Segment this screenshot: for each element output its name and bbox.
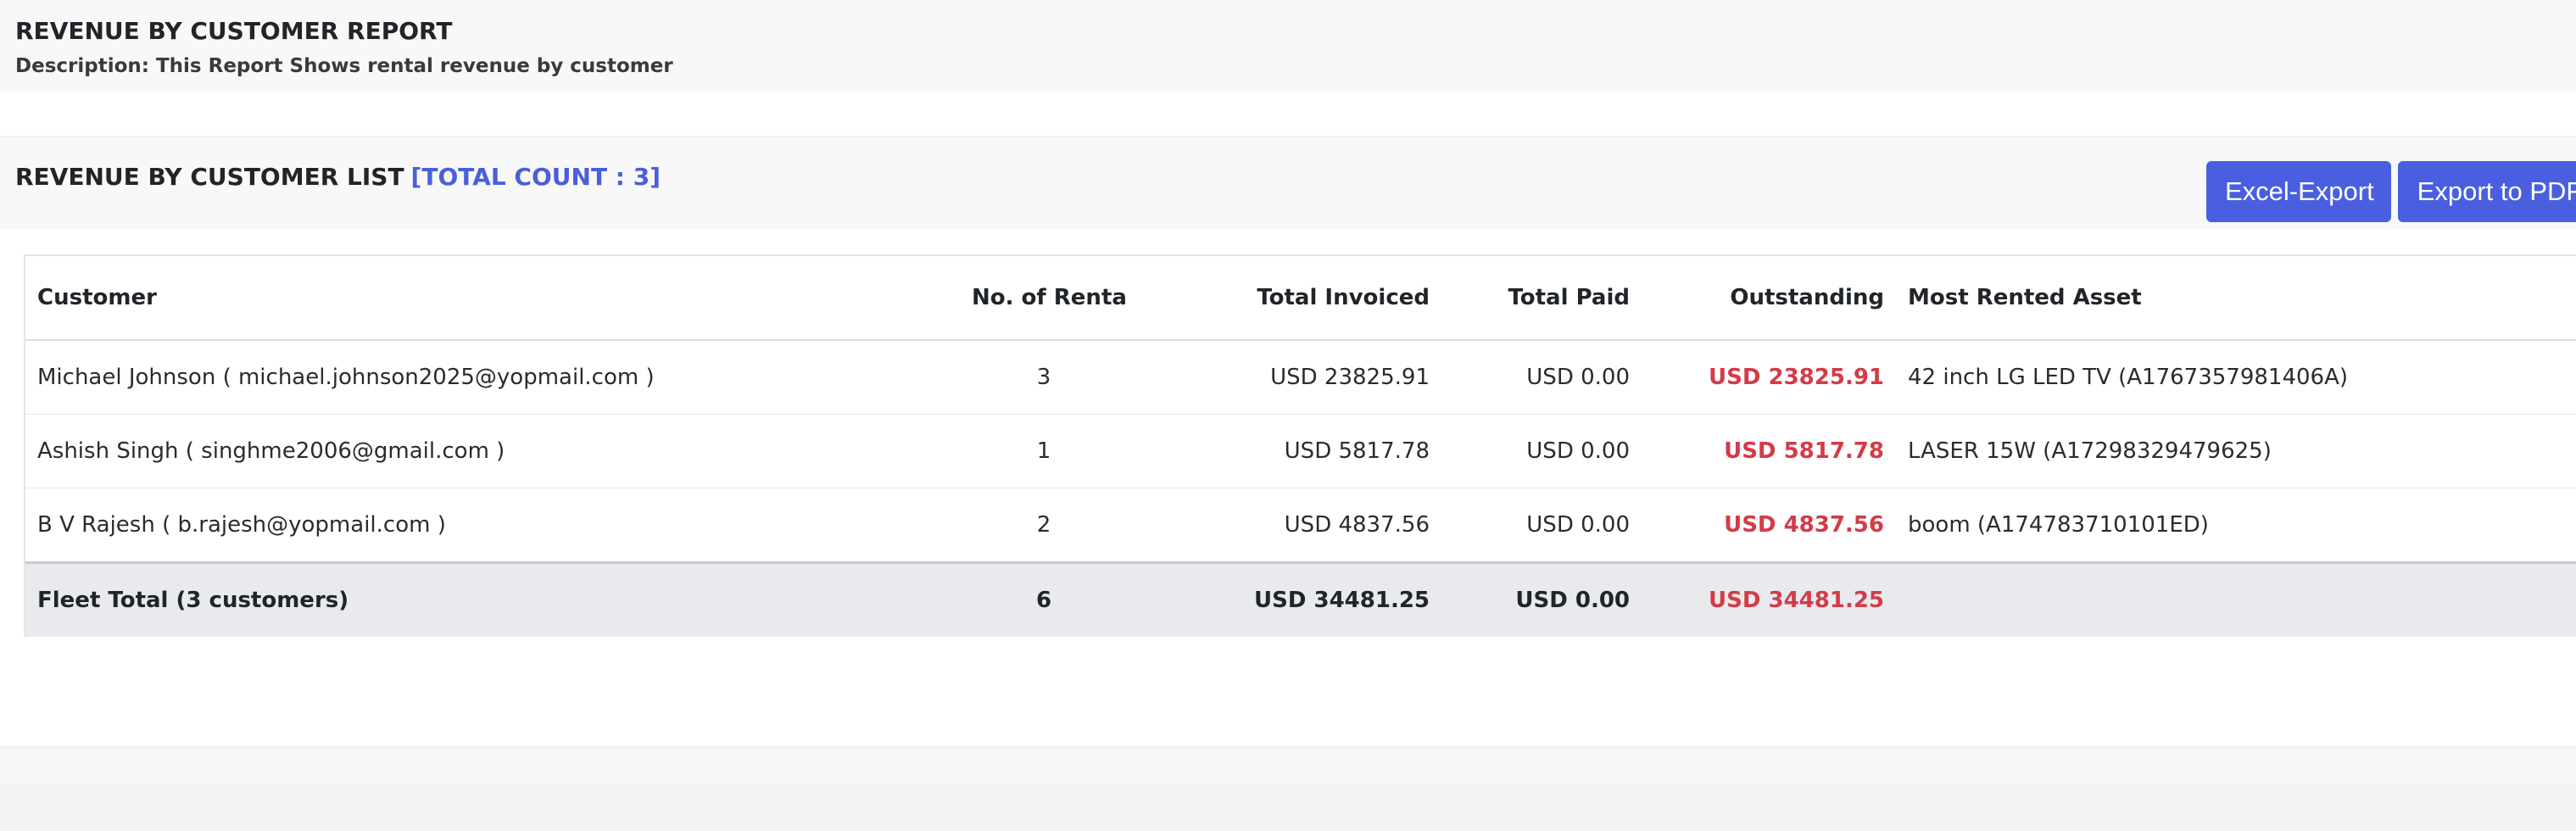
cell-asset: LASER 15W (A17298329479625) — [1896, 414, 2576, 488]
cell-customer: Michael Johnson ( michael.johnson2025@yo… — [25, 340, 960, 415]
cell-customer: Ashish Singh ( singhme2006@gmail.com ) — [25, 414, 960, 488]
page-bottom-strip — [0, 784, 2576, 831]
cell-invoiced: USD 5817.78 — [1128, 414, 1441, 488]
total-outstanding: USD 34481.25 — [1642, 561, 1896, 637]
total-label: Fleet Total (3 customers) — [25, 561, 960, 637]
table-header-row: Customer No. of Rentals Total Invoiced T… — [25, 256, 2576, 341]
column-header-customer[interactable]: Customer — [25, 256, 960, 341]
cell-outstanding: USD 5817.78 — [1642, 414, 1896, 488]
total-count-label: [TOTAL COUNT : 3] — [410, 163, 661, 191]
page: REVENUE BY CUSTOMER REPORT Description: … — [0, 0, 2576, 831]
table-row[interactable]: Michael Johnson ( michael.johnson2025@yo… — [25, 340, 2576, 415]
column-header-rentals[interactable]: No. of Rentals — [960, 256, 1128, 341]
excel-export-button[interactable]: Excel-Export — [2206, 161, 2391, 222]
cell-asset: boom (A174783710101ED) — [1896, 488, 2576, 563]
table-row[interactable]: Ashish Singh ( singhme2006@gmail.com ) 1… — [25, 414, 2576, 488]
report-description: Description: This Report Shows rental re… — [15, 55, 673, 77]
cell-rentals: 3 — [960, 340, 1128, 415]
cell-customer: B V Rajesh ( b.rajesh@yopmail.com ) — [25, 488, 960, 563]
revenue-table: Customer No. of Rentals Total Invoiced T… — [25, 256, 2576, 637]
column-header-invoiced[interactable]: Total Invoiced — [1128, 256, 1441, 341]
table-total-row: Fleet Total (3 customers) 6 USD 34481.25… — [25, 561, 2576, 637]
cell-paid: USD 0.00 — [1441, 414, 1642, 488]
total-invoiced: USD 34481.25 — [1128, 561, 1441, 637]
cell-outstanding: USD 23825.91 — [1642, 340, 1896, 415]
revenue-table-container: Customer No. of Rentals Total Invoiced T… — [24, 254, 2576, 637]
total-paid: USD 0.00 — [1441, 561, 1642, 637]
table-row[interactable]: B V Rajesh ( b.rajesh@yopmail.com ) 2 US… — [25, 488, 2576, 563]
cell-invoiced: USD 4837.56 — [1128, 488, 1441, 563]
column-header-paid[interactable]: Total Paid — [1441, 256, 1642, 341]
total-rentals: 6 — [960, 561, 1128, 637]
cell-asset: 42 inch LG LED TV (A1767357981406A) — [1896, 340, 2576, 415]
list-title: REVENUE BY CUSTOMER LIST [TOTAL COUNT : 3… — [15, 163, 661, 191]
list-title-text: REVENUE BY CUSTOMER LIST — [15, 163, 404, 191]
cell-paid: USD 0.00 — [1441, 340, 1642, 415]
cell-paid: USD 0.00 — [1441, 488, 1642, 563]
cell-outstanding: USD 4837.56 — [1642, 488, 1896, 563]
revenue-list-card: REVENUE BY CUSTOMER LIST [TOTAL COUNT : 3… — [0, 151, 2576, 746]
total-asset — [1896, 561, 2576, 637]
export-pdf-button[interactable]: Export to PDF — [2398, 161, 2576, 222]
cell-invoiced: USD 23825.91 — [1128, 340, 1441, 415]
report-title: REVENUE BY CUSTOMER REPORT — [15, 17, 453, 45]
column-header-asset[interactable]: Most Rented Asset — [1896, 256, 2576, 341]
column-header-outstanding[interactable]: Outstanding — [1642, 256, 1896, 341]
report-header-card: REVENUE BY CUSTOMER REPORT Description: … — [0, 3, 2576, 136]
cell-rentals: 1 — [960, 414, 1128, 488]
cell-rentals: 2 — [960, 488, 1128, 563]
